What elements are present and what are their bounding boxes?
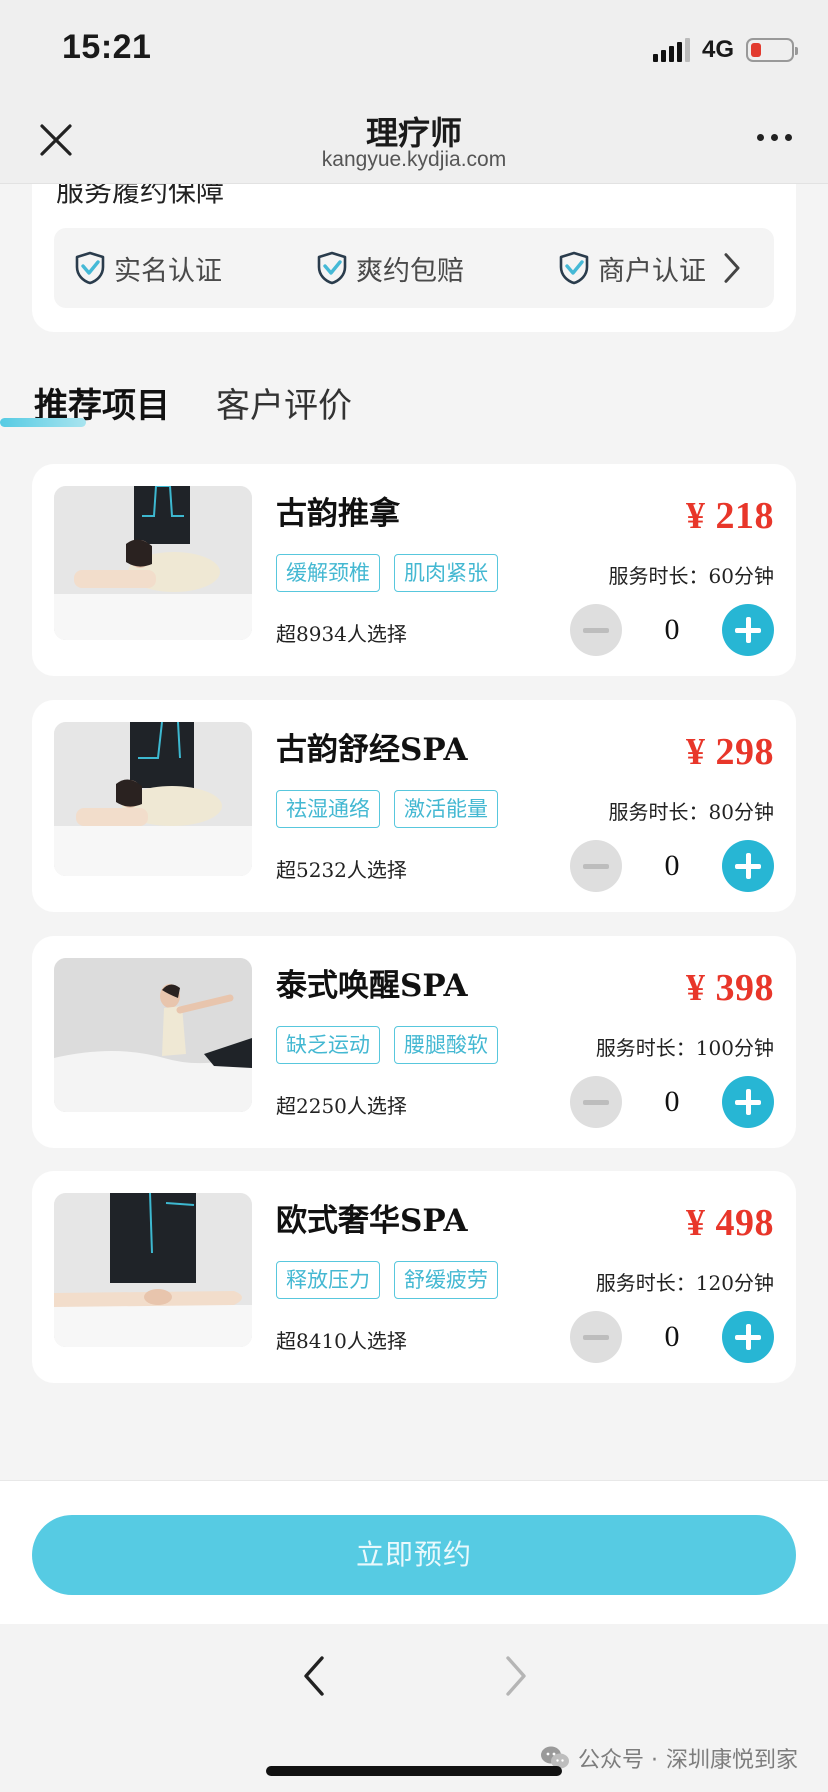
- minus-icon: [583, 627, 609, 633]
- service-popularity: 超5232人选择: [276, 858, 407, 882]
- quantity-value: 0: [664, 849, 680, 882]
- decrease-button[interactable]: [570, 1311, 622, 1363]
- service-duration: 服务时长：100分钟: [595, 1036, 774, 1060]
- plus-icon: [735, 617, 761, 643]
- service-tag: 腰腿酸软: [394, 1026, 498, 1064]
- service-card[interactable]: 泰式唤醒SPA 缺乏运动 腰腿酸软 超2250人选择 ¥ 398 服务时长：10…: [32, 936, 796, 1148]
- guarantee-label: 商户认证: [598, 255, 706, 287]
- quantity-value: 0: [664, 1085, 680, 1118]
- quantity-stepper: 0: [570, 840, 774, 892]
- service-price: ¥ 398: [686, 967, 774, 1009]
- service-duration: 服务时长：80分钟: [608, 800, 774, 824]
- decrease-button[interactable]: [570, 604, 622, 656]
- service-price: ¥ 498: [686, 1202, 774, 1244]
- service-card[interactable]: 古韵推拿 缓解颈椎 肌肉紧张 超8934人选择 ¥ 218 服务时长：60分钟 …: [32, 464, 796, 676]
- network-type: 4G: [701, 36, 734, 63]
- signal-icon: [652, 38, 690, 62]
- increase-button[interactable]: [722, 1311, 774, 1363]
- increase-button[interactable]: [722, 604, 774, 656]
- service-card[interactable]: 古韵舒经SPA 祛湿通络 激活能量 超5232人选择 ¥ 298 服务时长：80…: [32, 700, 796, 912]
- watermark: 公众号 · 深圳康悦到家: [540, 1742, 798, 1774]
- quantity-stepper: 0: [570, 1076, 774, 1128]
- service-price: ¥ 298: [686, 731, 774, 773]
- service-image: [54, 722, 252, 876]
- decrease-button[interactable]: [570, 840, 622, 892]
- tab-reviews[interactable]: 客户评价: [216, 378, 352, 427]
- service-card[interactable]: 欧式奢华SPA 释放压力 舒缓疲劳 超8410人选择 ¥ 498 服务时长：12…: [32, 1171, 796, 1383]
- more-menu-button[interactable]: [757, 134, 792, 141]
- plus-icon: [735, 1089, 761, 1115]
- quantity-stepper: 0: [570, 604, 774, 656]
- decrease-button[interactable]: [570, 1076, 622, 1128]
- watermark-prefix: 公众号 ·: [577, 1748, 658, 1773]
- battery-icon: [746, 38, 798, 62]
- guarantee-item-real-name: 实名认证: [74, 249, 222, 288]
- book-now-button[interactable]: 立即预约: [32, 1515, 796, 1595]
- plus-icon: [735, 853, 761, 879]
- guarantee-item-no-show: 爽约包赔: [316, 249, 464, 288]
- page-url: kangyue.kydjia.com: [321, 148, 507, 171]
- increase-button[interactable]: [722, 1076, 774, 1128]
- service-popularity: 超8934人选择: [276, 622, 407, 646]
- service-price: ¥ 218: [686, 495, 774, 537]
- minus-icon: [583, 863, 609, 869]
- quantity-value: 0: [664, 1320, 680, 1353]
- service-name: 欧式奢华SPA: [276, 1203, 468, 1239]
- guarantee-item-merchant[interactable]: 商户认证: [558, 249, 748, 288]
- service-duration: 服务时长：60分钟: [608, 564, 774, 588]
- service-name: 古韵推拿: [276, 496, 400, 532]
- service-tags: 缓解颈椎 肌肉紧张: [276, 554, 498, 592]
- shield-check-icon: [75, 251, 105, 285]
- back-arrow-icon[interactable]: [296, 1652, 332, 1700]
- increase-button[interactable]: [722, 840, 774, 892]
- more-dot-icon: [757, 134, 764, 141]
- more-dot-icon: [771, 134, 778, 141]
- guarantee-label: 爽约包赔: [356, 255, 464, 287]
- active-tab-indicator: [0, 418, 86, 427]
- forward-arrow-icon[interactable]: [498, 1652, 534, 1700]
- shield-check-icon: [317, 251, 347, 285]
- top-bar: 15:21 4G 理疗师 kangyue.kydjia.com: [0, 0, 828, 184]
- service-name: 古韵舒经SPA: [276, 732, 468, 768]
- service-tags: 缺乏运动 腰腿酸软: [276, 1026, 498, 1064]
- service-image: [54, 1193, 252, 1347]
- service-name: 泰式唤醒SPA: [276, 968, 468, 1004]
- quantity-value: 0: [664, 613, 680, 646]
- chevron-right-icon: [724, 253, 740, 283]
- quantity-stepper: 0: [570, 1311, 774, 1363]
- service-duration: 服务时长：120分钟: [595, 1271, 774, 1295]
- service-image: [54, 958, 252, 1112]
- service-tags: 祛湿通络 激活能量: [276, 790, 498, 828]
- minus-icon: [583, 1099, 609, 1105]
- service-popularity: 超8410人选择: [276, 1329, 407, 1353]
- watermark-account-name: 深圳康悦到家: [665, 1748, 798, 1773]
- service-tag: 缓解颈椎: [276, 554, 380, 592]
- guarantee-label: 实名认证: [114, 255, 222, 287]
- status-icons: 4G: [652, 36, 798, 64]
- home-indicator[interactable]: [266, 1766, 562, 1776]
- guarantee-row[interactable]: 实名认证 爽约包赔 商户认证: [54, 228, 774, 308]
- shield-check-icon: [559, 251, 589, 285]
- service-tag: 激活能量: [394, 790, 498, 828]
- service-image: [54, 486, 252, 640]
- service-tag: 肌肉紧张: [394, 554, 498, 592]
- service-tag: 缺乏运动: [276, 1026, 380, 1064]
- minus-icon: [583, 1334, 609, 1340]
- more-dot-icon: [785, 134, 792, 141]
- plus-icon: [735, 1324, 761, 1350]
- service-tag: 释放压力: [276, 1261, 380, 1299]
- service-tags: 释放压力 舒缓疲劳: [276, 1261, 498, 1299]
- service-tag: 舒缓疲劳: [394, 1261, 498, 1299]
- booking-footer: 立即预约: [0, 1480, 828, 1624]
- status-time: 15:21: [62, 28, 152, 66]
- service-popularity: 超2250人选择: [276, 1094, 407, 1118]
- service-tag: 祛湿通络: [276, 790, 380, 828]
